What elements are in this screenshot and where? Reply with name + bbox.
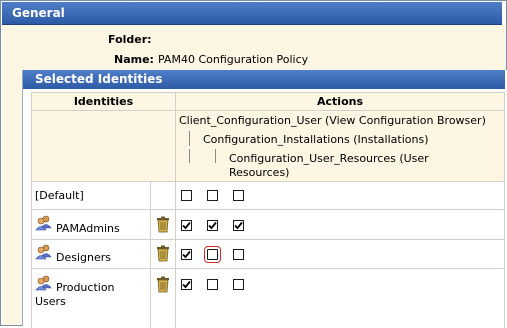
users-icon [35,215,53,234]
action-checkboxes-cell [176,269,504,328]
action-configuration-installations: Configuration_Installations (Installatio… [203,133,429,146]
users-icon [35,275,53,294]
identity-row-pamadmins: PAMAdmins [32,210,150,239]
action-checkboxes-cell [176,210,504,239]
tree-connector [189,131,190,146]
identity-row-designers: Designers [32,240,150,268]
identities-table: Identities Actions Client_Configuration_… [31,92,505,328]
action-checkboxes-cell [176,182,504,209]
trash-icon[interactable] [156,216,170,236]
identities-column-header: Identities [32,93,175,110]
name-value: PAM40 Configuration Policy [158,53,309,66]
trash-icon[interactable] [156,245,170,265]
selected-identities-panel: Selected Identities Identities Actions C… [22,70,507,328]
selected-identities-header: Selected Identities [23,70,505,89]
action-checkboxes-cell [176,240,504,268]
users-icon [35,244,53,263]
action-client-configuration-user: Client_Configuration_User (View Configur… [179,114,486,127]
general-section-header: General [2,2,502,25]
selected-identities-title: Selected Identities [35,72,163,86]
action-configuration-user-resources-cont: Resources) [229,166,290,179]
checkbox-production-action2[interactable] [207,279,218,290]
tree-connector [215,149,216,163]
actions-tree-cell: Client_Configuration_User (View Configur… [176,111,504,181]
checkbox-default-action3[interactable] [233,190,244,201]
checkbox-designers-action3[interactable] [233,249,244,260]
checkbox-designers-action1[interactable] [181,249,192,260]
identity-name-cont: Users [35,295,66,308]
action-configuration-user-resources: Configuration_User_Resources (User [229,152,429,165]
checkbox-default-action1[interactable] [181,190,192,201]
checkbox-pamadmins-action3[interactable] [233,220,244,231]
identity-name: Designers [56,251,111,264]
general-title: General [12,6,65,20]
identities-column-label: Identities [73,95,134,108]
identity-name: [Default] [35,189,84,202]
delete-cell [151,240,175,268]
delete-cell [151,269,175,328]
checkbox-designers-action2[interactable] [204,246,221,263]
identity-row-production-users: Production Users [32,269,150,328]
checkbox-default-action2[interactable] [207,190,218,201]
checkbox-pamadmins-action1[interactable] [181,220,192,231]
identity-row-default: [Default] [32,182,150,209]
trash-icon[interactable] [156,276,170,296]
actions-tree-left-cell [32,111,175,181]
delete-cell [151,210,175,239]
checkbox-production-action1[interactable] [181,279,192,290]
delete-cell [151,182,175,209]
identity-name: Production [56,281,115,294]
folder-label: Folder: [108,33,152,46]
checkbox-pamadmins-action2[interactable] [207,220,218,231]
policy-window: General Folder: Name: PAM40 Configuratio… [0,0,507,328]
actions-column-header: Actions [176,93,504,110]
identity-name: PAMAdmins [56,222,120,235]
checkbox-production-action3[interactable] [233,279,244,290]
tree-connector [189,149,190,163]
actions-column-label: Actions [317,95,363,108]
name-label: Name: [114,53,154,66]
